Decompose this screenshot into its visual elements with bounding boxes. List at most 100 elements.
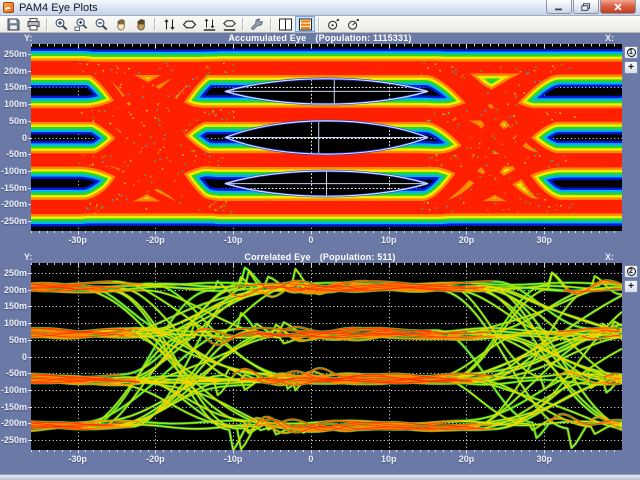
mask-hexagon-icon (182, 17, 197, 32)
y-tick-label: 100m (0, 318, 27, 328)
y-tick-label: -50m (0, 149, 27, 159)
eye-marker-baseline-button[interactable] (199, 16, 219, 32)
plot-number-badge-button[interactable]: 2 (624, 265, 638, 278)
plot-title: Accumulated Eye (Population: 1115331) (0, 33, 640, 44)
restore-button[interactable] (573, 0, 599, 14)
plot-title: Correlated Eye(Population: 511) (0, 252, 640, 263)
y-tick-label: -200m (0, 199, 27, 209)
layout-columns-button[interactable] (275, 16, 295, 32)
app-icon (3, 2, 14, 13)
plot-number-badge: 1 (627, 48, 636, 57)
wrench-icon (250, 17, 265, 32)
window-titlebar: PAM4 Eye Plots (0, 0, 640, 16)
y-tick-label: 50m (0, 116, 27, 126)
zoom-out-button[interactable] (91, 16, 111, 32)
toolbar-separator (46, 18, 48, 31)
add-marker-button[interactable]: + (624, 280, 638, 293)
accumulated-eye-panel: Accumulated Eye(Population: 1115331) Y: … (0, 33, 640, 252)
y-tick-label: -200m (0, 418, 27, 428)
x-tick-label: -10p (213, 235, 253, 245)
eye-mask-baseline-button[interactable] (219, 16, 239, 32)
x-tick-label: -30p (58, 235, 98, 245)
layout-rows-button[interactable] (295, 16, 315, 32)
add-marker-button[interactable]: + (624, 61, 638, 74)
x-tick-label: -20p (135, 454, 175, 464)
marker-arrows-baseline-icon (202, 17, 217, 32)
clock-arrow-2-icon (346, 17, 361, 32)
app-window: PAM4 Eye Plots Accumulated Eye (Populatio… (0, 0, 640, 480)
x-tick-label: 10p (369, 235, 409, 245)
clock-skew-button[interactable] (343, 16, 363, 32)
toolbar-separator (318, 18, 320, 31)
print-button[interactable] (23, 16, 43, 32)
plus-icon: + (628, 282, 634, 292)
window-bottom-border (0, 474, 640, 480)
y-tick-label: 150m (0, 301, 27, 311)
layout-rows-icon (298, 17, 313, 32)
x-tick-label: -30p (58, 454, 98, 464)
toolbar-separator (242, 18, 244, 31)
x-tick-label: 0 (291, 454, 331, 464)
y-tick-label: 150m (0, 82, 27, 92)
plot-side-toolbar: 2 + (622, 263, 640, 450)
pan-icon (114, 17, 129, 32)
y-tick-label: -150m (0, 183, 27, 193)
x-tick-label: -10p (213, 454, 253, 464)
x-tick-label: 20p (446, 235, 486, 245)
x-axis: -30p -20p -10p 0 10p 20p 30p (0, 231, 640, 252)
y-axis-prefix: Y: (24, 252, 32, 263)
pan-button[interactable] (111, 16, 131, 32)
x-tick-label: 0 (291, 235, 331, 245)
population-label: (Population: 511) (320, 252, 396, 262)
y-axis-prefix: Y: (24, 33, 32, 44)
x-axis-prefix: X: (605, 33, 614, 44)
window-controls (545, 0, 640, 14)
y-tick-label: 100m (0, 99, 27, 109)
plot-side-toolbar: 1 + (622, 44, 640, 231)
clock-delay-button[interactable] (323, 16, 343, 32)
clock-arrow-icon (326, 17, 341, 32)
save-button[interactable] (3, 16, 23, 32)
y-tick-label: 0 (0, 133, 27, 143)
plot-number-badge-button[interactable]: 1 (624, 46, 638, 59)
x-tick-label: 30p (524, 454, 564, 464)
plot-body: 250m200m150m100m50m0-50m-100m-150m-200m-… (0, 44, 640, 231)
y-tick-label: -150m (0, 402, 27, 412)
plus-icon: + (628, 63, 634, 73)
y-tick-label: 250m (0, 268, 27, 278)
save-icon (6, 17, 21, 32)
eye-marker-button[interactable] (159, 16, 179, 32)
x-tick-label: 30p (524, 235, 564, 245)
settings-button[interactable] (247, 16, 267, 32)
plot-titlebar: Correlated Eye(Population: 511) Y: X: (0, 252, 640, 263)
layout-columns-icon (278, 17, 293, 32)
data-brush-icon (134, 17, 149, 32)
accumulated-eye-canvas[interactable] (31, 44, 622, 231)
client-area: Accumulated Eye(Population: 1115331) Y: … (0, 33, 640, 474)
population-label: (Population: 1115331) (315, 33, 411, 43)
correlated-eye-canvas[interactable] (31, 263, 622, 450)
y-tick-label: -50m (0, 368, 27, 378)
data-brush-button[interactable] (131, 16, 151, 32)
eye-mask-button[interactable] (179, 16, 199, 32)
zoom-in-button[interactable] (51, 16, 71, 32)
x-tick-label: 10p (369, 454, 409, 464)
toolbar (0, 16, 640, 33)
plot-body: 250m200m150m100m50m0-50m-100m-150m-200m-… (0, 263, 640, 450)
minimize-button[interactable] (546, 0, 572, 14)
y-tick-label: 200m (0, 285, 27, 295)
y-tick-label: -100m (0, 166, 27, 176)
plot-title-text: Accumulated Eye (228, 33, 306, 43)
window-title: PAM4 Eye Plots (19, 2, 98, 14)
y-tick-label: 200m (0, 66, 27, 76)
close-button[interactable] (600, 0, 636, 14)
y-axis: 250m200m150m100m50m0-50m-100m-150m-200m-… (0, 44, 31, 231)
print-icon (26, 17, 41, 32)
x-tick-label: -20p (135, 235, 175, 245)
zoom-region-button[interactable] (71, 16, 91, 32)
x-axis: -30p-20p-10p010p20p30p (0, 450, 640, 471)
correlated-eye-panel: Correlated Eye(Population: 511) Y: X: 25… (0, 252, 640, 474)
mask-hexagon-baseline-icon (222, 17, 237, 32)
y-axis: 250m200m150m100m50m0-50m-100m-150m-200m-… (0, 263, 31, 450)
y-tick-label: 0 (0, 352, 27, 362)
